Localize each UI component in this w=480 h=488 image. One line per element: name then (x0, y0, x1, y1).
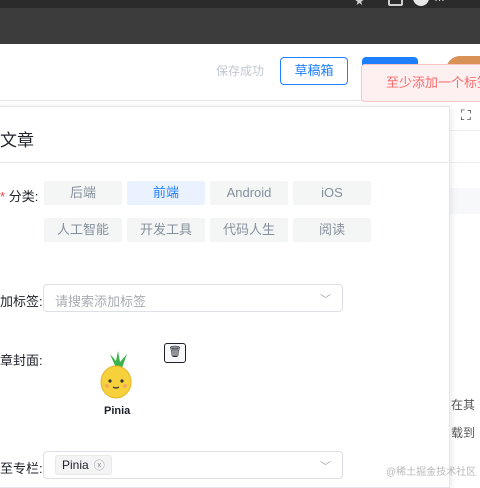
editor-preview-text: 载到 (451, 426, 476, 440)
column-chip: Pinia ⓧ (55, 455, 112, 475)
category-option-devtools[interactable]: 开发工具 (127, 218, 205, 242)
cover-image (100, 351, 132, 399)
category-label-text: 分类: (8, 189, 39, 204)
tags-placeholder: 请搜索添加标签 (55, 294, 147, 309)
category-label: * 分类: (0, 186, 38, 205)
chevron-down-icon: ﹀ (320, 461, 331, 473)
category-option-frontend[interactable]: 前端 (127, 181, 205, 205)
editor-code-block (449, 188, 480, 214)
tags-label: 加标签: (0, 294, 43, 309)
delete-cover-button[interactable]: 🗑 (164, 343, 186, 363)
cover-label: 章封面: (0, 353, 43, 368)
cover-caption: Pinia (104, 405, 131, 417)
close-icon[interactable]: ⓧ (94, 457, 105, 475)
profile-avatar-icon[interactable] (413, 0, 429, 6)
editor-preview-text: 在其 (451, 398, 476, 412)
required-marker: * (0, 189, 6, 204)
column-chip-label: Pinia (62, 458, 89, 472)
column-label: 至专栏: (0, 461, 43, 476)
tags-select[interactable]: 请搜索添加标签 ﹀ (43, 284, 343, 312)
browser-toolbar (0, 8, 480, 44)
browser-tabstrip: ★ … (0, 0, 480, 8)
category-option-reading[interactable]: 阅读 (293, 218, 371, 242)
panel-title: 文章 (0, 131, 34, 150)
watermark: @稀土掘金技术社区 (386, 467, 477, 478)
editor-divider (449, 130, 480, 131)
editor-preview-area (449, 100, 480, 480)
extension-icon[interactable] (388, 0, 403, 6)
category-option-android[interactable]: Android (210, 181, 288, 205)
chevron-down-icon: ﹀ (320, 294, 331, 306)
category-option-backend[interactable]: 后端 (44, 181, 122, 205)
fullscreen-icon[interactable]: ⛶ (461, 107, 471, 124)
save-status: 保存成功 (216, 64, 265, 78)
profile-name: … (434, 0, 445, 4)
bookmark-star-icon[interactable]: ★ (354, 0, 365, 8)
drafts-button[interactable]: 草稿箱 (280, 57, 348, 85)
category-option-ios[interactable]: iOS (293, 181, 371, 205)
error-toast: 至少添加一个标签 (361, 64, 480, 102)
category-option-code-life[interactable]: 代码人生 (210, 218, 288, 242)
panel-divider (0, 162, 448, 163)
category-option-ai[interactable]: 人工智能 (44, 218, 122, 242)
editor-divider (449, 162, 480, 163)
trash-icon: 🗑 (168, 346, 182, 358)
